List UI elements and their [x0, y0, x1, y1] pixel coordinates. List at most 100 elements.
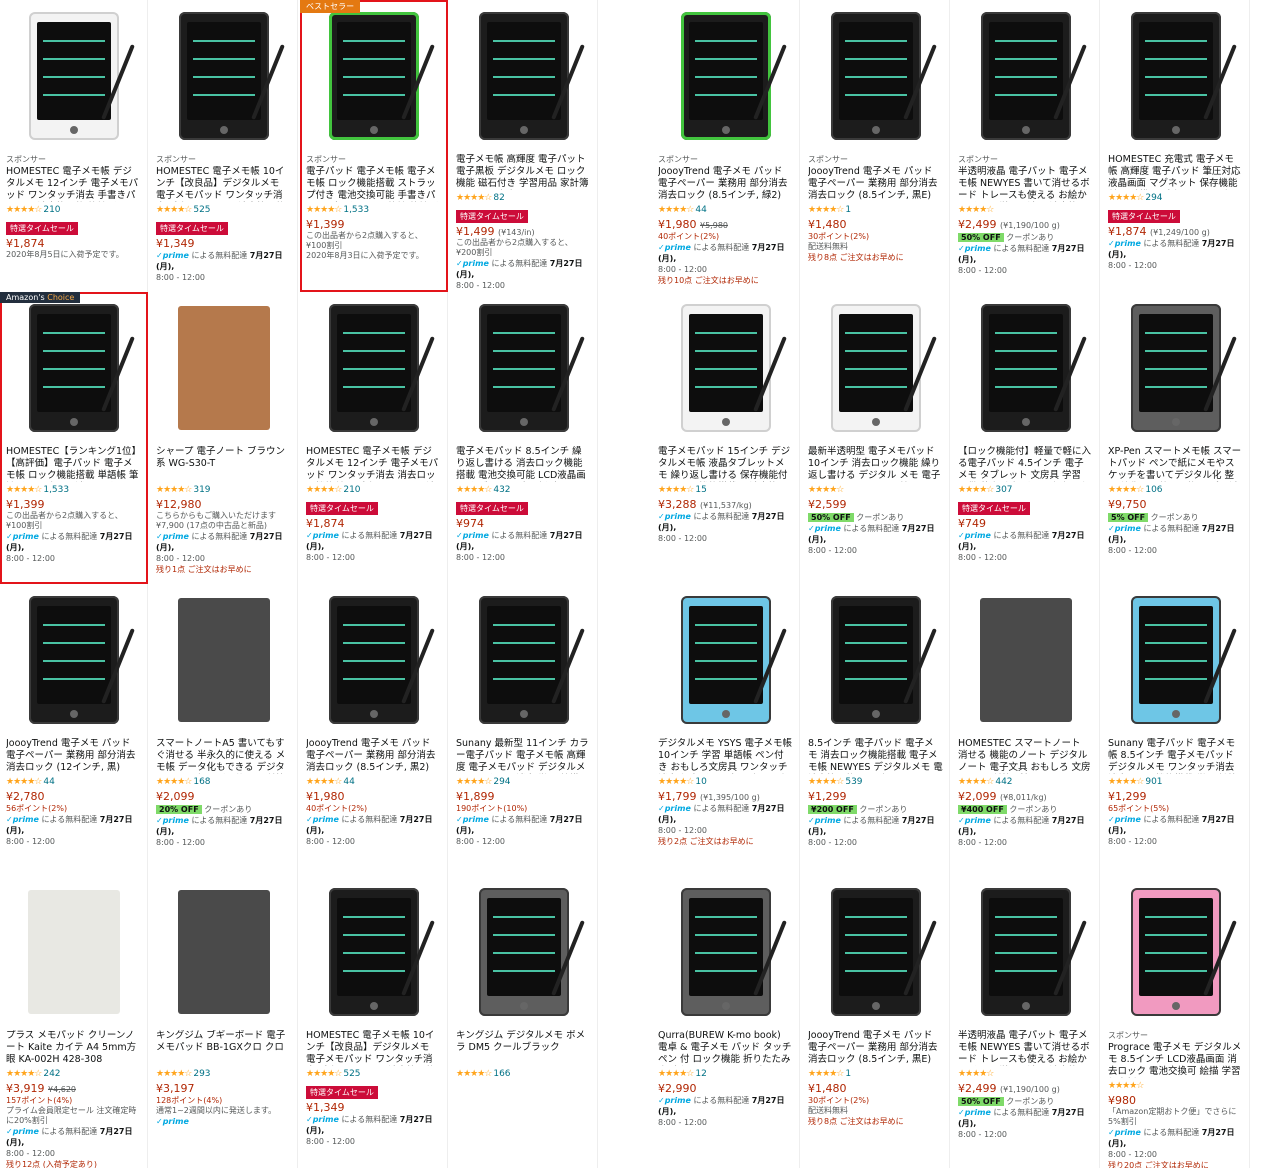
product-card[interactable]: ベストセラー スポンサー 電子パッド 電子メモ帳 電子メモ帳 ロック機能搭載 ストラ…: [300, 0, 448, 292]
product-image[interactable]: [306, 6, 441, 146]
product-title[interactable]: JoooyTrend 電子メモ パッド 電子ペーパー 業務用 部分消去 消去ロッ…: [658, 166, 793, 202]
rating-row[interactable]: ★★★★☆ 12: [658, 1068, 793, 1080]
product-card[interactable]: 電子メモ帳 高輝度 電子パット 電子黒板 デジタルメモ ロック機能 磁石付き 学…: [450, 0, 598, 292]
rating-row[interactable]: ★★★★☆ 525: [306, 1068, 441, 1080]
product-title[interactable]: HOMESTEC 充電式 電子メモ帳 高輝度 電子パッド 筆圧対応 液晶画面 マ…: [1108, 154, 1243, 190]
coupon-row[interactable]: ¥400 OFF クーポンあり: [958, 804, 1093, 815]
product-title[interactable]: JoooyTrend 電子メモ パッド 電子ペーパー 業務用 部分消去 消去ロッ…: [6, 738, 141, 774]
product-title[interactable]: キングジム デジタルメモ ポメラ DM5 クールブラック: [456, 1030, 591, 1066]
product-title[interactable]: 8.5インチ 電子パッド 電子メモ 消去ロック機能搭載 電子メモ帳 NEWYES…: [808, 738, 943, 774]
product-title[interactable]: HOMESTEC スマートノート 消せる 機能のノート デジタルノート 電子文具…: [958, 738, 1093, 774]
rating-row[interactable]: ★★★★☆ 10: [658, 776, 793, 788]
product-title[interactable]: XP-Pen スマートメモ帳 スマートパッド ペンで紙にメモやスケッチを書いてデ…: [1108, 446, 1243, 482]
rating-row[interactable]: ★★★★☆ 1: [808, 204, 943, 216]
review-count[interactable]: 106: [1145, 485, 1162, 495]
product-title[interactable]: Sunany 最新型 11インチ カラー電子パッド 電子メモ帳 高輝度 電子メモ…: [456, 738, 591, 774]
review-count[interactable]: 1,533: [43, 485, 69, 495]
product-title[interactable]: デジタルメモ YSYS 電子メモ帳 10インチ 学習 単語帳 ペン付き おもしろ…: [658, 738, 793, 774]
review-count[interactable]: 166: [493, 1069, 510, 1079]
coupon-row[interactable]: ¥200 OFF クーポンあり: [808, 804, 943, 815]
product-card[interactable]: スポンサー HOMESTEC 電子メモ帳 10インチ【改良品】デジタルメモ 電子メ…: [150, 0, 298, 292]
product-card[interactable]: スポンサー 半透明液晶 電子パット 電子メモ帳 NEWYES 書いて消せるボード …: [952, 0, 1100, 292]
product-image[interactable]: [6, 298, 141, 438]
rating-row[interactable]: ★★★★☆ 294: [1108, 192, 1243, 204]
product-image[interactable]: [456, 882, 591, 1022]
product-card[interactable]: Amazon's Choice HOMESTEC【ランキング1位】【高評価】電子パ…: [0, 292, 148, 584]
product-card[interactable]: スポンサー JoooyTrend 電子メモ パッド 電子ペーパー 業務用 部分消去…: [652, 0, 800, 292]
rating-row[interactable]: ★★★★☆: [1108, 1080, 1243, 1092]
rating-row[interactable]: ★★★★☆ 307: [958, 484, 1093, 496]
rating-row[interactable]: ★★★★☆ 1,533: [306, 204, 441, 216]
product-card[interactable]: HOMESTEC 電子メモ帳 10インチ【改良品】デジタルメモ 電子メモパッド …: [300, 876, 448, 1168]
product-image[interactable]: [1108, 882, 1243, 1022]
rating-row[interactable]: ★★★★☆ 432: [456, 484, 591, 496]
rating-row[interactable]: ★★★★☆ 166: [456, 1068, 591, 1080]
product-title[interactable]: HOMESTEC 電子メモ帳 10インチ【改良品】デジタルメモ 電子メモパッド …: [156, 166, 291, 202]
product-title[interactable]: キングジム ブギーボード 電子メモパッド BB-1GXクロ クロ: [156, 1030, 291, 1066]
rating-row[interactable]: ★★★★☆ 1,533: [6, 484, 141, 496]
product-title[interactable]: Qurra(BUREW K-mo book) 電卓 & 電子メモ パッド タッチ…: [658, 1030, 793, 1066]
product-card[interactable]: プラス メモパッド クリーンノート Kaite カイテ A4 5mm方眼 KA-…: [0, 876, 148, 1168]
product-image[interactable]: [958, 6, 1093, 146]
rating-row[interactable]: ★★★★☆ 525: [156, 204, 291, 216]
product-image[interactable]: [1108, 298, 1243, 438]
rating-row[interactable]: ★★★★☆ 44: [6, 776, 141, 788]
review-count[interactable]: 1,533: [343, 205, 369, 215]
product-image[interactable]: [306, 298, 441, 438]
review-count[interactable]: 442: [995, 777, 1012, 787]
review-count[interactable]: 44: [695, 205, 706, 215]
product-title[interactable]: HOMESTEC【ランキング1位】【高評価】電子パッド 電子メモ帳 ロック機能搭…: [6, 446, 141, 482]
product-card[interactable]: JoooyTrend 電子メモ パッド 電子ペーパー 業務用 部分消去 消去ロッ…: [0, 584, 148, 876]
product-image[interactable]: [808, 882, 943, 1022]
product-card[interactable]: 半透明液晶 電子パット 電子メモ帳 NEWYES 書いて消せるボード トレースも…: [952, 876, 1100, 1168]
product-title[interactable]: 最新半透明型 電子メモパッド 10インチ 消去ロック機能 繰り返し書ける デジタ…: [808, 446, 943, 482]
product-title[interactable]: 【ロック機能付】軽量で軽に入る電子パッド 4.5インチ 電子メモ タブレット 文…: [958, 446, 1093, 482]
rating-row[interactable]: ★★★★☆ 294: [456, 776, 591, 788]
product-image[interactable]: [306, 882, 441, 1022]
rating-row[interactable]: ★★★★☆ 168: [156, 776, 291, 788]
rating-row[interactable]: ★★★★☆ 44: [658, 204, 793, 216]
rating-row[interactable]: ★★★★☆: [958, 1068, 1093, 1080]
rating-row[interactable]: ★★★★☆ 210: [306, 484, 441, 496]
review-count[interactable]: 1: [845, 1069, 851, 1079]
review-count[interactable]: 432: [493, 485, 510, 495]
review-count[interactable]: 293: [193, 1069, 210, 1079]
product-image[interactable]: [1108, 6, 1243, 146]
product-card[interactable]: Qurra(BUREW K-mo book) 電卓 & 電子メモ パッド タッチ…: [652, 876, 800, 1168]
product-card[interactable]: Sunany 最新型 11インチ カラー電子パッド 電子メモ帳 高輝度 電子メモ…: [450, 584, 598, 876]
product-image[interactable]: [456, 298, 591, 438]
product-image[interactable]: [958, 298, 1093, 438]
rating-row[interactable]: ★★★★☆ 242: [6, 1068, 141, 1080]
rating-row[interactable]: ★★★★☆ 901: [1108, 776, 1243, 788]
product-card[interactable]: シャープ 電子ノート ブラウン系 WG-S30-T ★★★★☆ 319 ¥12,980…: [150, 292, 298, 584]
product-card[interactable]: キングジム デジタルメモ ポメラ DM5 クールブラック ★★★★☆ 166: [450, 876, 598, 1168]
review-count[interactable]: 525: [193, 205, 210, 215]
product-title[interactable]: HOMESTEC 電子メモ帳 デジタルメモ 12インチ 電子メモパッド ワンタッ…: [6, 166, 141, 202]
product-card[interactable]: デジタルメモ YSYS 電子メモ帳 10インチ 学習 単語帳 ペン付き おもしろ…: [652, 584, 800, 876]
rating-row[interactable]: ★★★★☆ 82: [456, 192, 591, 204]
review-count[interactable]: 294: [1145, 193, 1162, 203]
product-card[interactable]: XP-Pen スマートメモ帳 スマートパッド ペンで紙にメモやスケッチを書いてデ…: [1102, 292, 1250, 584]
review-count[interactable]: 44: [43, 777, 54, 787]
product-title[interactable]: Sunany 電子パッド 電子メモ帳 8.5インチ 電子メモパッド デジタルメモ…: [1108, 738, 1243, 774]
product-image[interactable]: [456, 590, 591, 730]
product-title[interactable]: 電子メモパッド 15インチ デジタルメモ帳 液晶タブレットメモ 繰り返し書ける …: [658, 446, 793, 482]
review-count[interactable]: 44: [343, 777, 354, 787]
product-card[interactable]: JoooyTrend 電子メモ パッド 電子ペーパー 業務用 部分消去 消去ロッ…: [802, 876, 950, 1168]
review-count[interactable]: 168: [193, 777, 210, 787]
coupon-row[interactable]: 50% OFF クーポンあり: [958, 1096, 1093, 1107]
product-title[interactable]: プラス メモパッド クリーンノート Kaite カイテ A4 5mm方眼 KA-…: [6, 1030, 141, 1066]
product-card[interactable]: HOMESTEC スマートノート 消せる 機能のノート デジタルノート 電子文具…: [952, 584, 1100, 876]
coupon-row[interactable]: 20% OFF クーポンあり: [156, 804, 291, 815]
product-image[interactable]: [156, 298, 291, 438]
product-image[interactable]: [306, 590, 441, 730]
product-title[interactable]: 電子パッド 電子メモ帳 電子メモ帳 ロック機能搭載 ストラップ付き 電池交換可能…: [306, 166, 441, 202]
coupon-row[interactable]: 50% OFF クーポンあり: [958, 232, 1093, 243]
product-title[interactable]: スマートノートA5 書いてもすぐ消せる 半永久的に使える メモ帳 データ化もでき…: [156, 738, 291, 774]
product-card[interactable]: 最新半透明型 電子メモパッド 10インチ 消去ロック機能 繰り返し書ける デジタ…: [802, 292, 950, 584]
review-count[interactable]: 10: [695, 777, 706, 787]
product-image[interactable]: [958, 590, 1093, 730]
product-image[interactable]: [6, 882, 141, 1022]
product-image[interactable]: [808, 298, 943, 438]
rating-row[interactable]: ★★★★☆: [958, 204, 1093, 216]
